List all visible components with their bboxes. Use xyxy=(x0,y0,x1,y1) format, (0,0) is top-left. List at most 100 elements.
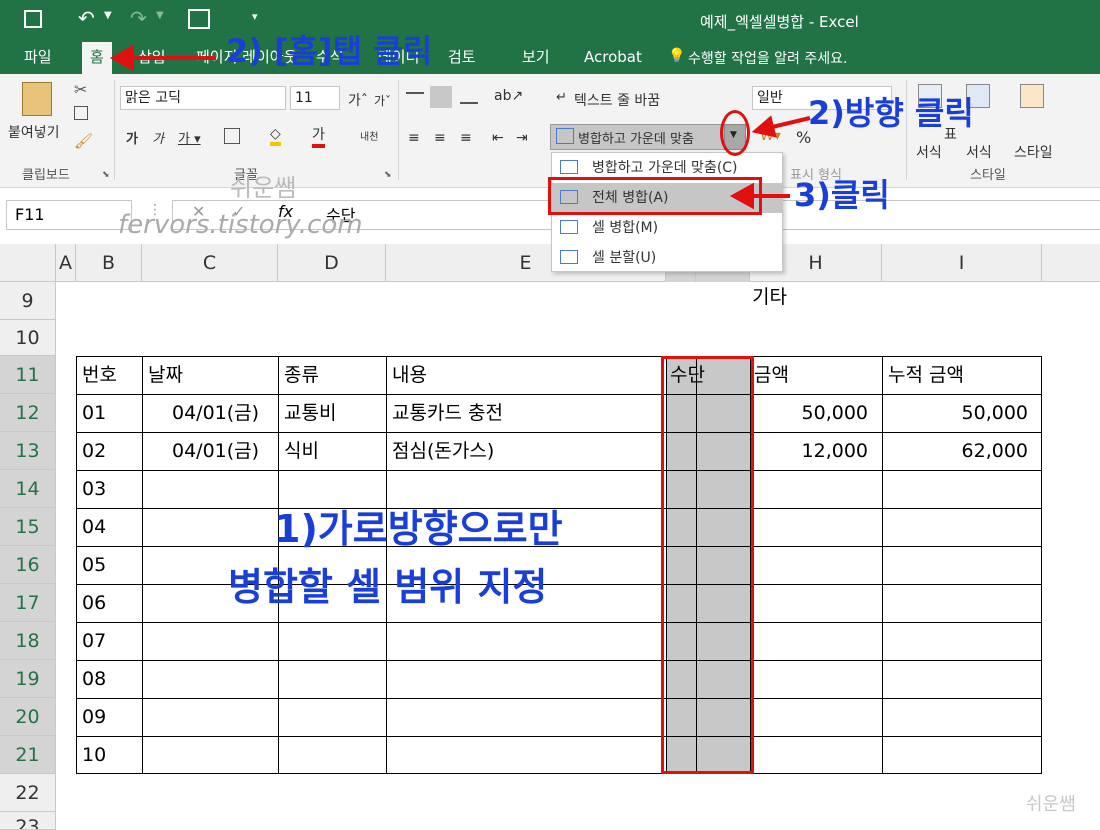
tab-insert[interactable]: 삽입 xyxy=(130,42,174,74)
format-painter-icon[interactable]: 🖌 xyxy=(74,132,93,150)
align-middle-icon[interactable] xyxy=(430,86,452,108)
cell-date: 04/01(금) xyxy=(172,402,260,424)
row-header-12[interactable]: 12 xyxy=(0,394,56,432)
italic-button[interactable]: 가 xyxy=(152,128,164,147)
tab-home[interactable]: 홈 xyxy=(82,42,112,74)
cell-amount: 50,000 xyxy=(801,402,868,424)
underline-button[interactable]: 가 ▾ xyxy=(178,128,201,147)
cell-content: 점심(돈가스) xyxy=(392,440,495,462)
indent-increase-icon[interactable]: ⇥ xyxy=(516,130,528,146)
row-header-16[interactable]: 16 xyxy=(0,546,56,584)
column-header-b[interactable]: B xyxy=(76,244,142,282)
redo-dropdown-icon[interactable]: ▼ xyxy=(156,10,164,21)
accounting-icon[interactable]: ₩▾ xyxy=(760,128,781,144)
align-right-icon[interactable]: ≡ xyxy=(460,130,472,146)
ribbon-tabs: 파일 홈 삽입 페이지 레이아웃 수식 데이터 검토 보기 Acrobat 💡 … xyxy=(0,42,1100,74)
header-cell-method: 수단 xyxy=(670,364,705,386)
paste-button[interactable]: 붙여넣기 xyxy=(8,122,60,142)
row-header-13[interactable]: 13 xyxy=(0,432,56,470)
annotation-step2-home: 2) [홈]탭 클릭 xyxy=(226,32,433,70)
header-cell-amount: 금액 xyxy=(754,364,789,386)
undo-icon[interactable]: ↶ xyxy=(78,6,95,30)
watermark-name: 쉬운쌤 xyxy=(230,174,297,202)
column-header-c[interactable]: C xyxy=(142,244,278,282)
column-headers: A B C D E F G H I xyxy=(0,244,1100,282)
cell-cumulative: 50,000 xyxy=(961,402,1028,424)
row-header-18[interactable]: 18 xyxy=(0,622,56,660)
orientation-icon[interactable]: ab↗ xyxy=(494,88,523,104)
font-grow-icon[interactable]: 가ˆ xyxy=(348,90,368,110)
tell-me-box[interactable]: 수행할 작업을 알려 주세요. xyxy=(688,48,847,68)
row-header-15[interactable]: 15 xyxy=(0,508,56,546)
divider xyxy=(114,80,115,180)
annotation-step1-line2: 병합할 셀 범위 지정 xyxy=(228,565,548,609)
align-bottom-icon[interactable] xyxy=(460,92,478,104)
cell-label-etc: 기타 xyxy=(752,286,787,308)
row-header-10[interactable]: 10 xyxy=(0,320,56,356)
menu-item-label: 셀 병합(M) xyxy=(592,220,659,236)
column-header-d[interactable]: D xyxy=(278,244,386,282)
wrap-text-button[interactable]: 텍스트 줄 바꿈 xyxy=(574,90,660,110)
column-header-i[interactable]: I xyxy=(882,244,1042,282)
font-color-icon[interactable]: 가 xyxy=(312,124,325,148)
cell-number: 07 xyxy=(82,630,107,652)
cut-icon[interactable]: ✂ xyxy=(74,80,87,99)
cell-styles-icon[interactable] xyxy=(1020,84,1044,108)
cell-number: 04 xyxy=(82,516,107,538)
annotation-step3: 3)클릭 xyxy=(794,176,890,214)
customize-qat-icon[interactable]: ▾ xyxy=(252,10,258,23)
merge-cells-icon xyxy=(560,220,578,234)
name-box[interactable]: F11 xyxy=(6,200,132,230)
row-header-20[interactable]: 20 xyxy=(0,698,56,736)
menu-item-label: 병합하고 가운데 맞춤(C) xyxy=(592,160,738,176)
cell-content: 교통카드 충전 xyxy=(392,402,503,424)
phonetic-icon[interactable]: 내천 xyxy=(360,128,378,143)
redo-icon[interactable]: ↷ xyxy=(130,6,147,30)
conditional-format-button[interactable]: 서식 xyxy=(916,142,942,162)
window-title: 예제_엑셀셀병합 - Excel xyxy=(700,13,859,31)
watermark-corner: 쉬운쌤 xyxy=(1026,794,1076,815)
merge-qat-icon[interactable] xyxy=(188,9,210,29)
tab-view[interactable]: 보기 xyxy=(514,42,558,74)
align-left-icon[interactable]: ≡ xyxy=(408,130,420,146)
tab-review[interactable]: 검토 xyxy=(440,42,484,74)
clipboard-group-label: 클립보드 xyxy=(22,168,70,183)
highlight-merge-across xyxy=(548,177,762,215)
cell-number: 02 xyxy=(82,440,107,462)
border-icon[interactable] xyxy=(224,128,240,144)
font-name-combo[interactable]: 맑은 고딕 xyxy=(120,86,286,110)
font-size-combo[interactable]: 11 xyxy=(290,86,340,110)
undo-dropdown-icon[interactable]: ▼ xyxy=(104,10,112,21)
cell-number: 06 xyxy=(82,592,107,614)
cell-cumulative: 62,000 xyxy=(961,440,1028,462)
indent-decrease-icon[interactable]: ⇤ xyxy=(492,130,504,146)
font-dialog-launcher-icon[interactable]: ⬊ xyxy=(384,170,392,180)
row-header-22[interactable]: 22 xyxy=(0,774,56,812)
copy-icon[interactable] xyxy=(74,106,88,120)
select-all-button[interactable] xyxy=(0,244,56,282)
dialog-launcher-icon[interactable]: ⬊ xyxy=(102,170,110,180)
merge-center-button[interactable]: 병합하고 가운데 맞춤 xyxy=(578,128,694,147)
menu-item-unmerge[interactable]: 셀 분할(U) xyxy=(552,243,782,273)
save-icon[interactable] xyxy=(24,10,42,28)
cell-styles-button[interactable]: 스타일 xyxy=(1014,142,1053,162)
font-shrink-icon[interactable]: 가ˇ xyxy=(374,92,391,109)
bold-button[interactable]: 가 xyxy=(126,128,138,147)
column-header-a[interactable]: A xyxy=(56,244,76,282)
tab-file[interactable]: 파일 xyxy=(16,42,60,74)
cell-number: 08 xyxy=(82,668,107,690)
row-header-14[interactable]: 14 xyxy=(0,470,56,508)
menu-item-merge-cells[interactable]: 셀 병합(M) xyxy=(552,213,782,243)
row-header-21[interactable]: 21 xyxy=(0,736,56,774)
tab-acrobat[interactable]: Acrobat xyxy=(576,42,650,74)
fill-color-icon[interactable]: ◇ xyxy=(270,126,281,146)
align-center-icon[interactable]: ≡ xyxy=(434,130,446,146)
row-header-9[interactable]: 9 xyxy=(0,282,56,320)
align-top-icon[interactable] xyxy=(406,92,424,104)
format-as-table-button[interactable]: 서식 xyxy=(966,142,992,162)
row-header-17[interactable]: 17 xyxy=(0,584,56,622)
row-header-11[interactable]: 11 xyxy=(0,356,56,394)
row-header-19[interactable]: 19 xyxy=(0,660,56,698)
row-header-23[interactable]: 23 xyxy=(0,812,56,830)
paste-icon[interactable] xyxy=(22,82,52,116)
